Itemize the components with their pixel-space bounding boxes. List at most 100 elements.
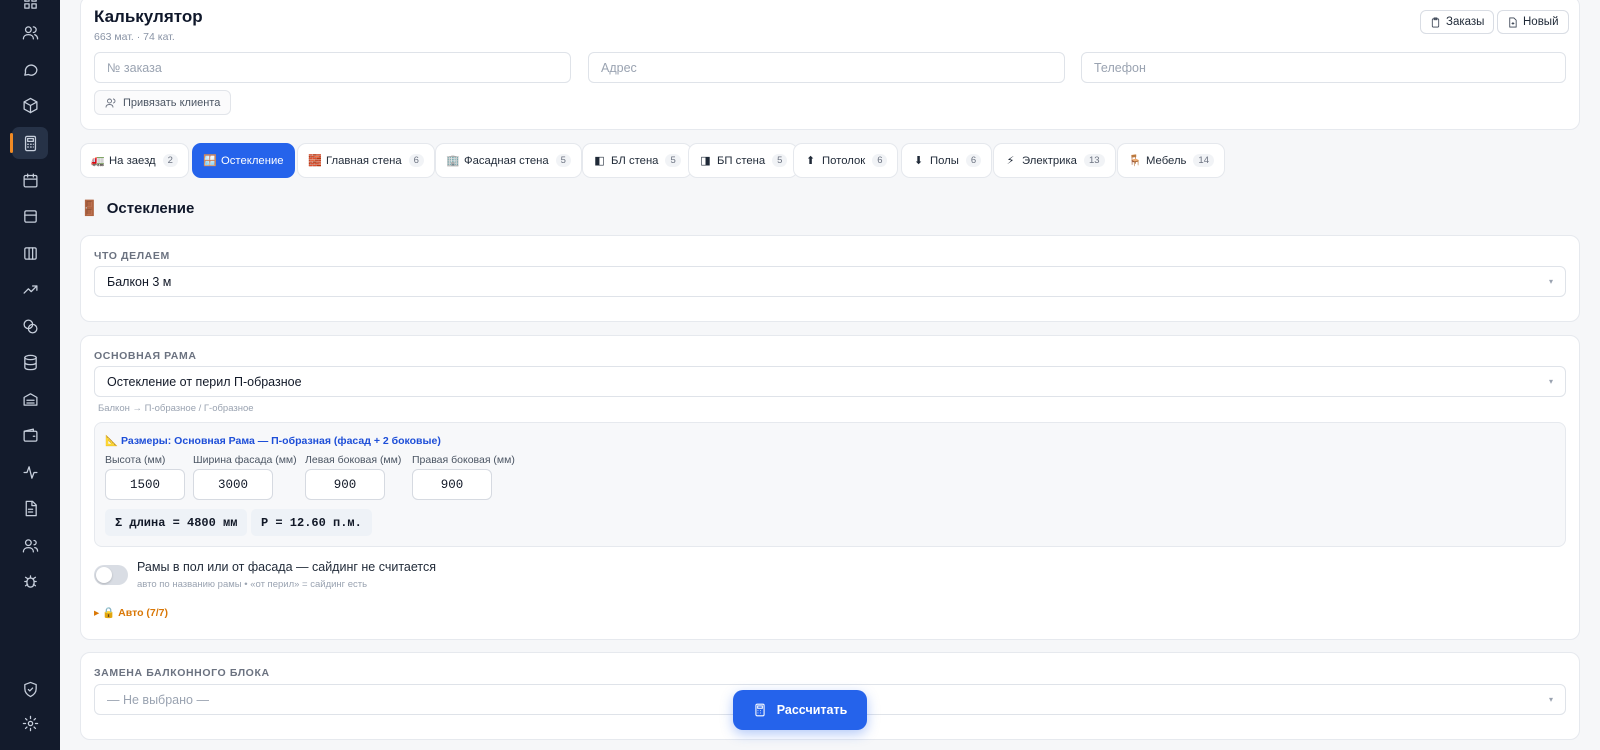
phone-input[interactable] <box>1081 52 1566 83</box>
page-title: Калькулятор <box>94 7 203 26</box>
replace-label: ЗАМЕНА БАЛКОННОГО БЛОКА <box>94 667 270 679</box>
chat-icon[interactable] <box>12 53 48 85</box>
page-subtitle: 663 мат. · 74 кат. <box>94 31 175 43</box>
building-icon: 🏢 <box>446 155 460 167</box>
sidebar <box>0 0 60 750</box>
coins-icon[interactable] <box>12 310 48 342</box>
tab-main-wall[interactable]: 🧱 Главная стена 6 <box>297 143 435 178</box>
team-icon[interactable] <box>12 529 48 561</box>
sum-length-chip: Σ длина = 4800 мм <box>105 509 248 536</box>
calculator-icon[interactable] <box>10 127 48 159</box>
what-select[interactable]: Балкон 3 м ▾ <box>94 266 1566 297</box>
calculate-button[interactable]: Рассчитать <box>733 690 867 730</box>
shield-icon[interactable] <box>12 673 48 705</box>
tab-count: 6 <box>965 154 982 167</box>
replace-select-value: — Не выбрано — <box>107 692 209 707</box>
address-input[interactable] <box>588 52 1065 83</box>
chevron-down-icon: ▾ <box>1548 277 1553 286</box>
facade-width-label: Ширина фасада (мм) <box>193 454 297 466</box>
brick-icon: 🧱 <box>308 155 322 167</box>
header-card: Калькулятор 663 мат. · 74 кат. Заказы Но… <box>80 0 1580 130</box>
arrow-up-icon: ⬆ <box>805 155 816 167</box>
right-side-input[interactable] <box>412 469 492 500</box>
tab-furniture[interactable]: 🪑 Мебель 14 <box>1117 143 1225 178</box>
bind-client-label: Привязать клиента <box>123 96 221 109</box>
facade-width-input[interactable] <box>193 469 273 500</box>
archive-icon[interactable] <box>12 383 48 415</box>
cube-icon[interactable] <box>12 89 48 121</box>
tab-label: БЛ стена <box>611 154 659 167</box>
dimensions-panel: 📐 Размеры: Основная Рама — П-образная (ф… <box>94 422 1566 547</box>
tab-bp-wall[interactable]: ◨ БП стена 5 <box>688 143 799 178</box>
clipboard-icon <box>1431 17 1440 27</box>
frame-card: ОСНОВНАЯ РАМА Остекление от перил П-обра… <box>80 335 1580 640</box>
chair-icon: 🪑 <box>1128 155 1142 167</box>
order-number-input[interactable] <box>94 52 571 83</box>
right-side-label: Правая боковая (мм) <box>412 454 515 466</box>
orders-button-label: Заказы <box>1446 16 1485 28</box>
tab-floors[interactable]: ⬇ Полы 6 <box>901 143 993 178</box>
tab-electrics[interactable]: ⚡ Электрика 13 <box>993 143 1116 178</box>
siding-toggle[interactable] <box>94 565 128 585</box>
section-title: 🚪 Остекление <box>80 199 195 218</box>
new-button[interactable]: Новый <box>1497 10 1569 34</box>
window-icon: 🪟 <box>203 155 217 167</box>
calendar-icon[interactable] <box>12 164 48 196</box>
tab-count: 6 <box>872 154 888 167</box>
users-icon[interactable] <box>12 16 48 48</box>
tab-label: Полы <box>930 154 959 167</box>
calculate-button-label: Рассчитать <box>776 703 848 717</box>
frame-select[interactable]: Остекление от перил П-образное ▾ <box>94 366 1566 397</box>
settings-icon[interactable] <box>12 707 48 739</box>
left-wall-icon: ◧ <box>594 155 605 167</box>
tab-glazing[interactable]: 🪟 Остекление <box>192 143 295 178</box>
tab-label: Главная стена <box>326 154 402 167</box>
chevron-down-icon: ▾ <box>1548 377 1553 386</box>
frame-hint: Балкон → П-образное / Г-образное <box>98 403 254 414</box>
tab-count: 5 <box>665 154 681 167</box>
auto-expander[interactable]: ▸ 🔒 Авто (7/7) <box>94 606 168 619</box>
calculator-icon <box>755 703 765 717</box>
chevron-down-icon: ▾ <box>1548 695 1553 704</box>
orders-button[interactable]: Заказы <box>1420 10 1495 34</box>
left-side-input[interactable] <box>305 469 385 500</box>
tab-label: Потолок <box>822 154 866 167</box>
tab-count: 6 <box>408 154 424 167</box>
perimeter-chip: P = 12.60 п.м. <box>251 509 372 536</box>
tab-count: 14 <box>1193 154 1214 167</box>
height-label: Высота (мм) <box>105 454 166 466</box>
new-file-icon <box>1509 17 1517 27</box>
left-side-label: Левая боковая (мм) <box>305 454 402 466</box>
section-title-text: Остекление <box>106 199 195 217</box>
lightning-icon: ⚡ <box>1006 155 1015 167</box>
bind-client-button[interactable]: Привязать клиента <box>94 90 232 115</box>
tab-ceiling[interactable]: ⬆ Потолок 6 <box>793 143 899 178</box>
trend-icon[interactable] <box>12 273 48 305</box>
arrow-down-icon: ⬇ <box>913 155 924 167</box>
columns-icon[interactable] <box>12 237 48 269</box>
right-wall-icon: ◨ <box>700 155 711 167</box>
tab-arrival[interactable]: 🚛 На заезд 2 <box>80 143 189 178</box>
database-icon[interactable] <box>12 346 48 378</box>
height-input[interactable] <box>105 469 185 500</box>
tab-label: БП стена <box>717 154 766 167</box>
tab-label: Фасадная стена <box>464 154 549 167</box>
tab-facade-wall[interactable]: 🏢 Фасадная стена 5 <box>435 143 582 178</box>
what-label: ЧТО ДЕЛАЕМ <box>94 250 170 262</box>
tab-count: 5 <box>772 154 788 167</box>
tab-label: Электрика <box>1022 154 1077 167</box>
truck-icon: 🚛 <box>91 155 105 167</box>
bug-icon[interactable] <box>12 565 48 597</box>
layout-icon[interactable] <box>12 200 48 232</box>
tab-label: На заезд <box>109 154 156 167</box>
tab-count: 13 <box>1083 154 1105 167</box>
what-select-value: Балкон 3 м <box>107 274 172 289</box>
activity-icon[interactable] <box>12 456 48 488</box>
tab-label: Мебель <box>1146 154 1187 167</box>
what-card: ЧТО ДЕЛАЕМ Балкон 3 м ▾ <box>80 235 1580 322</box>
document-icon[interactable] <box>12 492 48 524</box>
tab-bl-wall[interactable]: ◧ БЛ стена 5 <box>582 143 692 178</box>
tab-count: 5 <box>555 154 571 167</box>
users-icon <box>105 98 116 108</box>
wallet-icon[interactable] <box>12 419 48 451</box>
